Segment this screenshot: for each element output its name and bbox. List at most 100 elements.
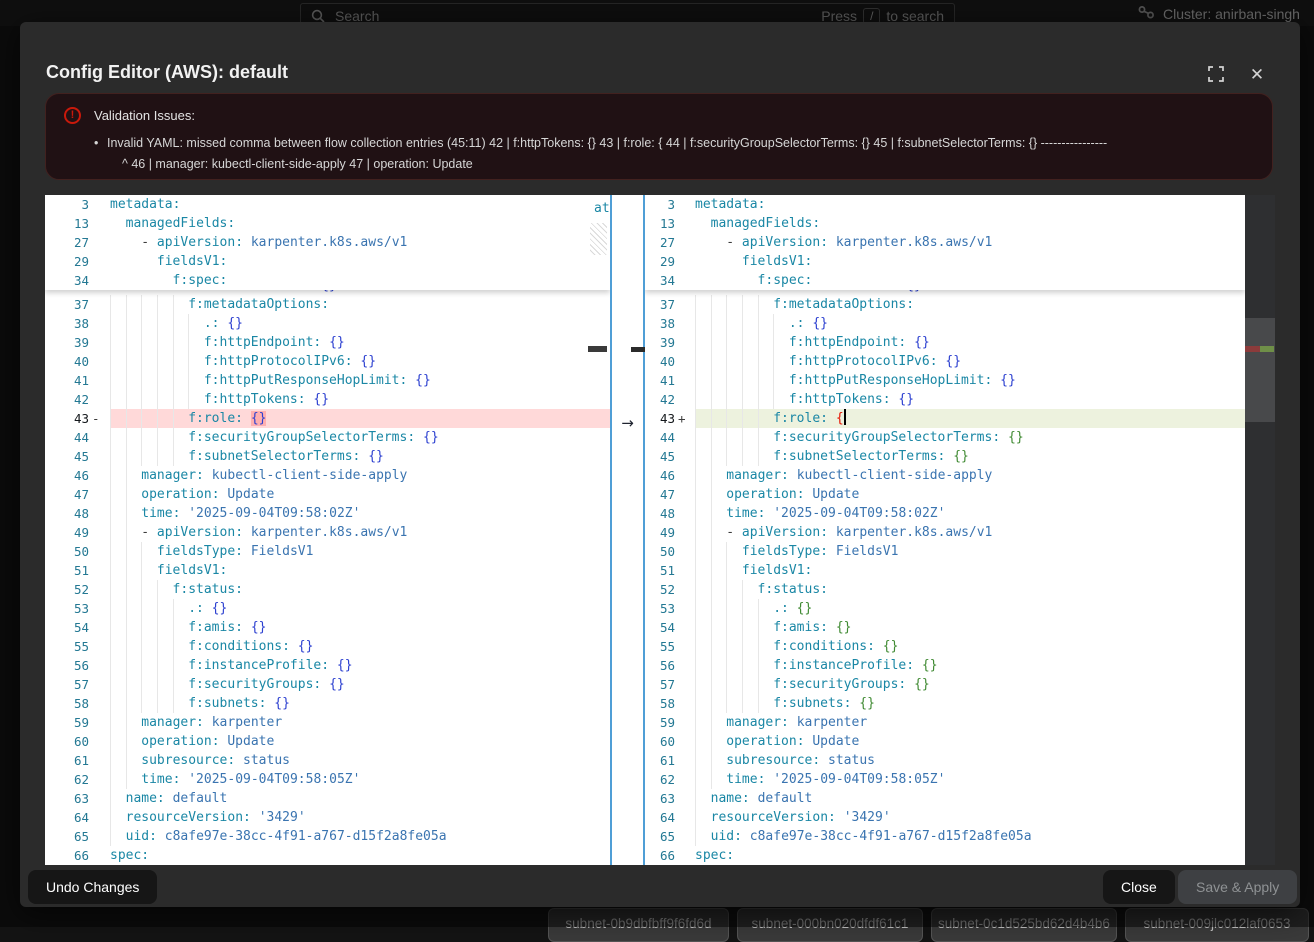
code-line[interactable]: 41f:httpPutResponseHopLimit: {}: [45, 371, 610, 390]
line-number: 61: [645, 751, 675, 770]
original-editor-pane[interactable]: {}37f:metadataOptions:38.: {}39f:httpEnd…: [45, 195, 610, 865]
sticky-code-line[interactable]: 29fieldsV1:: [45, 252, 610, 271]
close-footer-button[interactable]: Close: [1103, 870, 1175, 904]
code-line[interactable]: 51fieldsV1:: [45, 561, 610, 580]
code-line[interactable]: 52f:status:: [645, 580, 1245, 599]
sticky-code-line[interactable]: 27- apiVersion: karpenter.k8s.aws/v1: [645, 233, 1245, 252]
code-line[interactable]: 61subresource: status: [45, 751, 610, 770]
code-line[interactable]: 50 fieldsType: FieldsV1: [645, 542, 1245, 561]
code-line[interactable]: 44f:securityGroupSelectorTerms: {}: [45, 428, 610, 447]
modified-editor-pane[interactable]: {}37f:metadataOptions:38.: {}39f:httpEnd…: [645, 195, 1245, 865]
code-line[interactable]: 47operation: Update: [645, 485, 1245, 504]
code-line[interactable]: 58f:subnets: {}: [45, 694, 610, 713]
code-line[interactable]: 61subresource: status: [645, 751, 1245, 770]
undo-changes-button[interactable]: Undo Changes: [28, 870, 157, 904]
code-line[interactable]: 56f:instanceProfile: {}: [645, 656, 1245, 675]
code-line[interactable]: 44f:securityGroupSelectorTerms: {}: [645, 428, 1245, 447]
code-line[interactable]: 62time: '2025-09-04T09:58:05Z': [645, 770, 1245, 789]
code-text: f:httpProtocolIPv6: {}: [789, 352, 961, 371]
code-line[interactable]: 51fieldsV1:: [645, 561, 1245, 580]
code-line[interactable]: 37f:metadataOptions:: [645, 295, 1245, 314]
code-line[interactable]: 64resourceVersion: '3429': [45, 808, 610, 827]
viewport-indicator[interactable]: [1245, 318, 1275, 422]
code-text: f:securityGroups: {}: [188, 675, 345, 694]
code-line[interactable]: 40f:httpProtocolIPv6: {}: [645, 352, 1245, 371]
code-line[interactable]: 42f:httpTokens: {}: [45, 390, 610, 409]
indent-guide: [157, 352, 158, 371]
code-line[interactable]: 55f:conditions: {}: [645, 637, 1245, 656]
indent-guide: [126, 694, 127, 713]
code-line[interactable]: 45f:subnetSelectorTerms: {}: [645, 447, 1245, 466]
close-button[interactable]: ✕: [1246, 64, 1268, 86]
code-line[interactable]: 53.: {}: [645, 599, 1245, 618]
sticky-code-line[interactable]: 29fieldsV1:: [645, 252, 1245, 271]
code-text: f:instanceProfile: {}: [773, 656, 937, 675]
sticky-code-line[interactable]: 13managedFields:: [45, 214, 610, 233]
code-line[interactable]: 49- apiVersion: karpenter.k8s.aws/v1: [645, 523, 1245, 542]
code-line[interactable]: 41f:httpPutResponseHopLimit: {}: [645, 371, 1245, 390]
save-apply-button[interactable]: Save & Apply: [1178, 870, 1297, 904]
code-line[interactable]: 59manager: karpenter: [45, 713, 610, 732]
code-line[interactable]: 66spec:: [645, 846, 1245, 865]
code-line[interactable]: 43-f:role: {}: [45, 409, 610, 428]
code-line[interactable]: 49- apiVersion: karpenter.k8s.aws/v1: [45, 523, 610, 542]
code-line[interactable]: 43+f:role: {: [645, 409, 1245, 428]
sticky-code-line[interactable]: 34f:spec:: [645, 271, 1245, 290]
code-line[interactable]: 57f:securityGroups: {}: [45, 675, 610, 694]
code-line[interactable]: 52f:status:: [45, 580, 610, 599]
code-line[interactable]: 57f:securityGroups: {}: [645, 675, 1245, 694]
code-text: uid: c8afe97e-38cc-4f91-a767-d15f2a8fe05…: [711, 827, 1032, 846]
code-line[interactable]: 39f:httpEndpoint: {}: [645, 333, 1245, 352]
code-line[interactable]: 55f:conditions: {}: [45, 637, 610, 656]
code-line[interactable]: 59manager: karpenter: [645, 713, 1245, 732]
code-line[interactable]: 47operation: Update: [45, 485, 610, 504]
sticky-code-line[interactable]: 3metadata:: [45, 195, 610, 214]
code-line[interactable]: 38.: {}: [645, 314, 1245, 333]
code-text: f:subnetSelectorTerms: {}: [188, 447, 384, 466]
code-line[interactable]: 54f:amis: {}: [645, 618, 1245, 637]
sticky-code-line[interactable]: 34f:spec:: [45, 271, 610, 290]
code-line[interactable]: 60operation: Update: [45, 732, 610, 751]
code-line[interactable]: 50fieldsType: FieldsV1: [45, 542, 610, 561]
code-line[interactable]: 42f:httpTokens: {}: [645, 390, 1245, 409]
code-line[interactable]: 62time: '2025-09-04T09:58:05Z': [45, 770, 610, 789]
code-line[interactable]: 65uid: c8afe97e-38cc-4f91-a767-d15f2a8fe…: [45, 827, 610, 846]
line-number: 29: [645, 252, 675, 271]
code-line[interactable]: 46manager: kubectl-client-side-apply: [45, 466, 610, 485]
code-content: managedFields:: [695, 214, 1245, 233]
code-line[interactable]: 48time: '2025-09-04T09:58:02Z': [45, 504, 610, 523]
line-number: 43: [645, 409, 675, 428]
code-text: .: {}: [204, 314, 243, 333]
code-line[interactable]: 64resourceVersion: '3429': [645, 808, 1245, 827]
code-content: f:subnets: {}: [695, 694, 1245, 713]
code-line[interactable]: 46manager: kubectl-client-side-apply: [645, 466, 1245, 485]
revert-change-arrow-icon[interactable]: →: [612, 414, 643, 433]
code-content: fieldsType: FieldsV1: [695, 542, 1245, 561]
code-line[interactable]: 53.: {}: [45, 599, 610, 618]
code-content: resourceVersion: '3429': [695, 808, 1245, 827]
code-line[interactable]: 58f:subnets: {}: [645, 694, 1245, 713]
indent-guide: [711, 428, 712, 447]
code-line[interactable]: 63name: default: [45, 789, 610, 808]
indent-guide: [173, 333, 174, 352]
code-line[interactable]: 37f:metadataOptions:: [45, 295, 610, 314]
code-line[interactable]: 48time: '2025-09-04T09:58:02Z': [645, 504, 1245, 523]
line-number: 50: [645, 542, 675, 561]
code-line[interactable]: 65uid: c8afe97e-38cc-4f91-a767-d15f2a8fe…: [645, 827, 1245, 846]
code-line[interactable]: 54f:amis: {}: [45, 618, 610, 637]
expand-button[interactable]: [1205, 64, 1227, 86]
overview-ruler: [1245, 195, 1275, 865]
code-line[interactable]: 56f:instanceProfile: {}: [45, 656, 610, 675]
code-line[interactable]: 39f:httpEndpoint: {}: [45, 333, 610, 352]
code-line[interactable]: 40f:httpProtocolIPv6: {}: [45, 352, 610, 371]
sticky-code-line[interactable]: 13managedFields:: [645, 214, 1245, 233]
sticky-code-line[interactable]: 3metadata:: [645, 195, 1245, 214]
code-line[interactable]: 60operation: Update: [645, 732, 1245, 751]
sticky-code-line[interactable]: 27- apiVersion: karpenter.k8s.aws/v1: [45, 233, 610, 252]
indent-guide: [695, 580, 696, 599]
code-line[interactable]: 38.: {}: [45, 314, 610, 333]
code-line[interactable]: 66spec:: [45, 846, 610, 865]
code-line[interactable]: 45f:subnetSelectorTerms: {}: [45, 447, 610, 466]
code-line[interactable]: 63name: default: [645, 789, 1245, 808]
indent-guide: [173, 675, 174, 694]
